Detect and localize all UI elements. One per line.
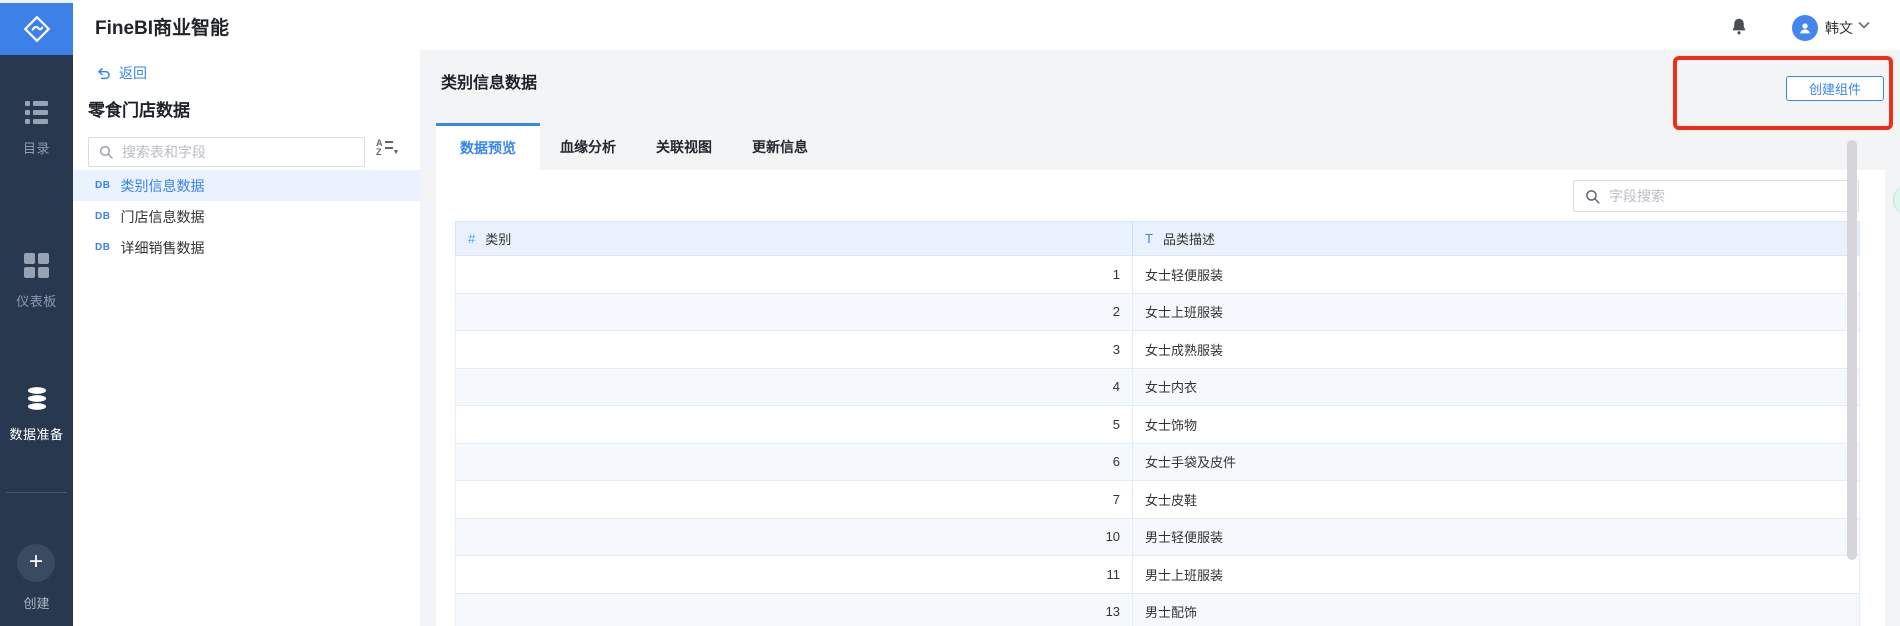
field-search-input[interactable] [1609, 188, 1848, 204]
back-label: 返回 [119, 65, 147, 81]
table-row[interactable]: 10 男士轻便服装 [456, 518, 1859, 556]
dataset-item-label: 详细销售数据 [120, 239, 205, 256]
dashboard-grid-icon [0, 252, 73, 279]
db-table-icon: DB [95, 242, 111, 253]
sidebar-divider [6, 492, 67, 493]
app-title: FineBI商业智能 [95, 18, 230, 39]
table-row[interactable]: 13 男士配饰 [456, 593, 1859, 626]
search-icon [1584, 188, 1601, 205]
user-avatar[interactable] [1792, 15, 1818, 41]
cell-description: 女士成熟服装 [1132, 331, 1859, 368]
floating-helper-button[interactable] [1893, 184, 1900, 216]
table-body: 1 女士轻便服装 2 女士上班服装 3 女士成熟服装 4 女士内衣 5 女士饰物 6 女士手袋及皮件 7… [455, 255, 1860, 626]
table-row[interactable]: 5 女士饰物 [456, 406, 1859, 444]
user-name[interactable]: 韩文 [1825, 18, 1853, 38]
dataset-panel: 返回 零食门店数据 AZ ▼ DB 类别信息数据 DB 门店信息数据 DB 详细销售数据 [73, 50, 420, 626]
cell-category: 7 [1112, 491, 1121, 507]
dataset-item-label: 类别信息数据 [120, 177, 205, 194]
sidebar-item-label: 数据准备 [9, 427, 64, 442]
tab-bar: 数据预览 血缘分析 关联视图 更新信息 [436, 123, 828, 170]
back-link[interactable]: 返回 [96, 63, 147, 83]
sidebar-item-data-preparation[interactable]: 数据准备 [0, 385, 73, 443]
cell-description: 男士配饰 [1132, 593, 1859, 626]
dataset-item[interactable]: DB 类别信息数据 [73, 170, 420, 201]
cell-category: 2 [1112, 304, 1121, 320]
chevron-down-icon[interactable] [1858, 21, 1870, 29]
tab-update-info[interactable]: 更新信息 [732, 123, 828, 170]
table-row[interactable]: 4 女士内衣 [456, 368, 1859, 406]
page-title: 类别信息数据 [441, 75, 538, 92]
column-header-category[interactable]: # 类别 [456, 222, 1132, 255]
cell-category: 6 [1112, 454, 1121, 470]
dataset-item-label: 门店信息数据 [120, 208, 205, 225]
top-header: FineBI商业智能 韩文 [73, 0, 1900, 50]
table-row[interactable]: 6 女士手袋及皮件 [456, 443, 1859, 481]
tab-lineage-analysis[interactable]: 血缘分析 [540, 123, 636, 170]
dataset-item[interactable]: DB 详细销售数据 [73, 232, 420, 263]
sidebar-item-label: 目录 [22, 141, 50, 156]
cell-description: 女士轻便服装 [1132, 256, 1859, 293]
cell-description: 女士饰物 [1132, 406, 1859, 443]
table-row[interactable]: 11 男士上班服装 [456, 556, 1859, 594]
database-icon [0, 385, 73, 412]
table-row[interactable]: 3 女士成熟服装 [456, 331, 1859, 369]
tab-relation-view[interactable]: 关联视图 [636, 123, 732, 170]
column-header-description[interactable]: T 品类描述 [1132, 222, 1859, 255]
table-row[interactable]: 7 女士皮鞋 [456, 481, 1859, 519]
finebi-window: 目录 仪表板 数据准备 + 创建 FineBI商业智能 韩文 返回 零食门店数据… [0, 0, 1900, 626]
search-icon [98, 144, 114, 160]
tab-content-data-preview: # 类别 T 品类描述 1女士轻便服装2女士上班服装3女士成熟服装4女士内衣5女… [436, 170, 1885, 626]
column-label: 类别 [485, 232, 512, 247]
main-area: 类别信息数据 创建组件 数据预览血缘分析关联视图更新信息 # 类别 [420, 50, 1900, 626]
finebi-logo-icon [22, 14, 52, 44]
app-sidebar: 目录仪表板数据准备 + 创建 [0, 3, 73, 626]
table-scrollbar[interactable] [1847, 140, 1857, 560]
cell-category: 5 [1112, 416, 1121, 432]
cell-description: 女士手袋及皮件 [1132, 443, 1859, 480]
cell-description: 女士内衣 [1132, 368, 1859, 405]
cell-category: 3 [1112, 341, 1121, 357]
dataset-item[interactable]: DB 门店信息数据 [73, 201, 420, 232]
cell-description: 男士上班服装 [1132, 556, 1859, 593]
sidebar-item-dashboard[interactable]: 仪表板 [0, 252, 73, 310]
table-search-box[interactable] [88, 137, 365, 167]
cell-category: 1 [1112, 266, 1121, 282]
sidebar-item-catalog[interactable]: 目录 [0, 99, 73, 157]
cell-description: 女士上班服装 [1132, 293, 1859, 330]
table-header-row: # 类别 T 品类描述 [455, 221, 1860, 255]
column-label: 品类描述 [1162, 232, 1215, 247]
sidebar-item-label: 仪表板 [16, 294, 57, 309]
cell-category: 13 [1105, 604, 1121, 620]
back-arrow-icon [96, 66, 112, 81]
cell-category: 11 [1106, 566, 1121, 582]
create-button[interactable]: + [17, 544, 55, 582]
cell-category: 4 [1112, 379, 1121, 395]
cell-description: 男士轻便服装 [1132, 518, 1859, 555]
db-table-icon: DB [95, 211, 111, 222]
sort-icon[interactable]: AZ ▼ [376, 139, 402, 163]
table-row[interactable]: 2 女士上班服装 [456, 293, 1859, 331]
create-button-label: 创建 [23, 596, 50, 611]
tab-data-preview[interactable]: 数据预览 [436, 123, 540, 170]
field-search-box[interactable] [1573, 180, 1859, 212]
table-row[interactable]: 1 女士轻便服装 [456, 256, 1859, 294]
finebi-logo[interactable] [0, 3, 73, 55]
db-table-icon: DB [95, 180, 111, 191]
number-field-icon: # [468, 231, 476, 246]
text-field-icon: T [1145, 231, 1153, 246]
cell-description: 女士皮鞋 [1132, 481, 1859, 518]
cell-category: 10 [1105, 529, 1121, 545]
table-search-input[interactable] [122, 144, 355, 160]
notification-bell-icon[interactable] [1728, 16, 1750, 38]
data-table: # 类别 T 品类描述 1 女士轻便服装 2 女士上班服装 3 女士成熟服装 4 女士内衣 5 女… [455, 221, 1860, 626]
dataset-group-title: 零食门店数据 [88, 101, 190, 120]
dataset-list: DB 类别信息数据 DB 门店信息数据 DB 详细销售数据 [73, 170, 420, 263]
create-widget-button[interactable]: 创建组件 [1786, 76, 1884, 101]
list-icon [0, 99, 73, 126]
